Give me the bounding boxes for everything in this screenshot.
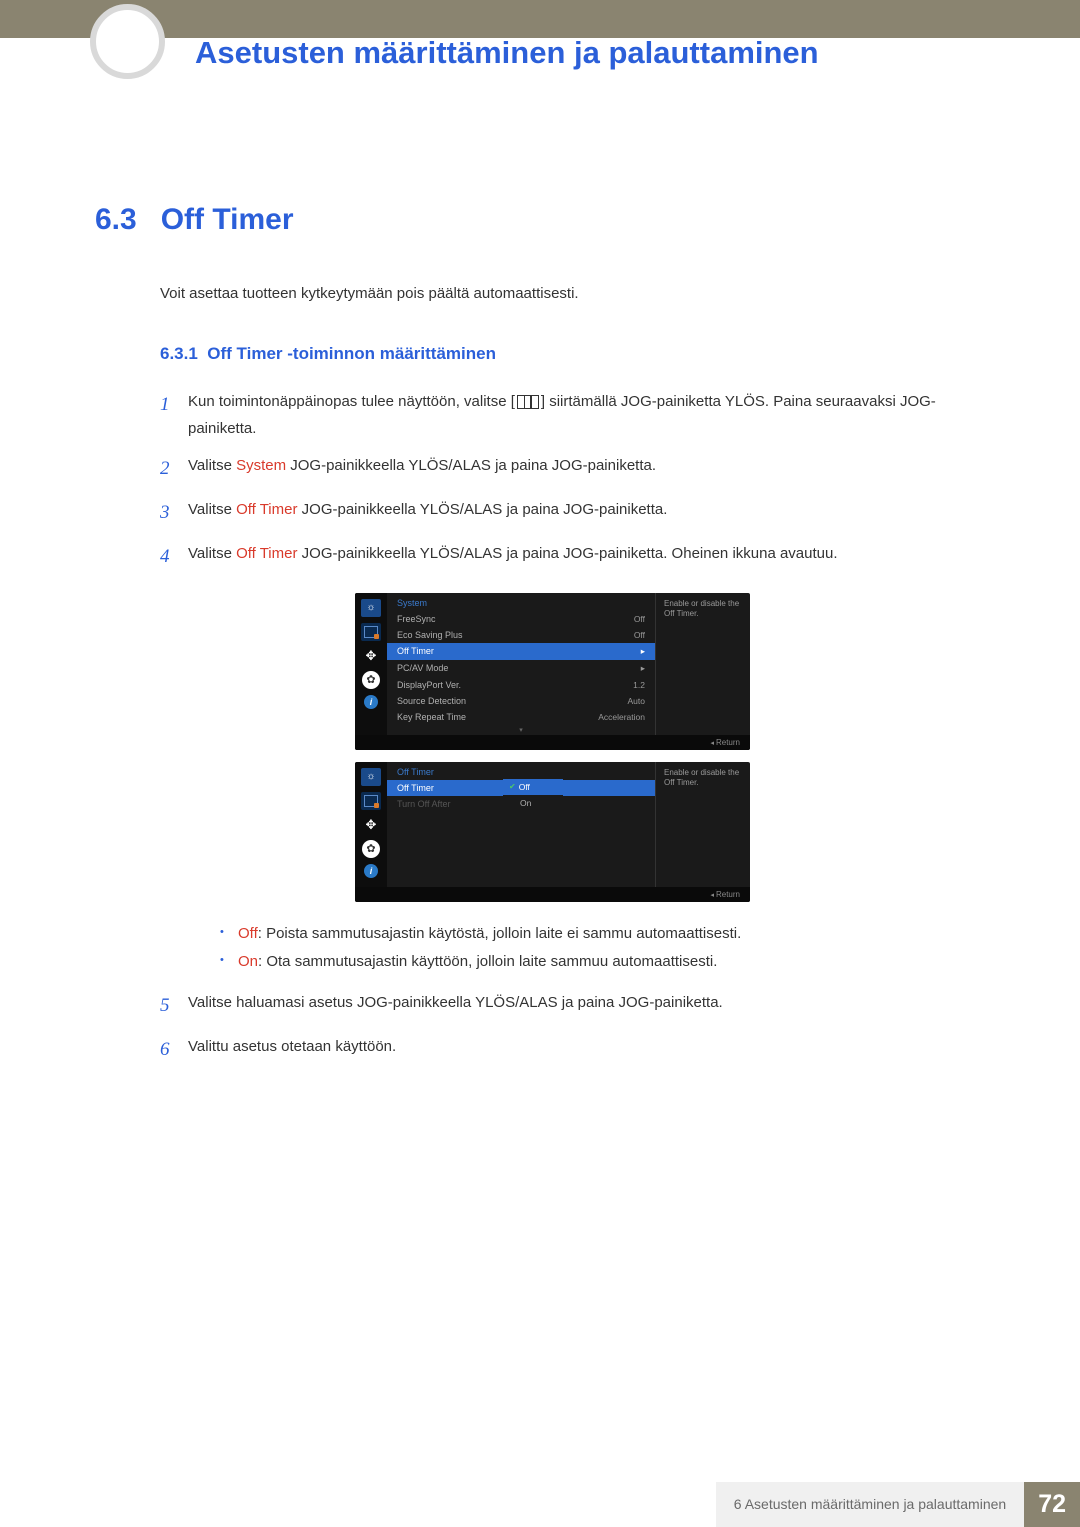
osd-help-text: Enable or disable the Off Timer. [655, 762, 750, 887]
chapter-title: Asetusten määrittäminen ja palauttaminen [195, 35, 819, 71]
menu-icon [517, 395, 539, 409]
osd-sidebar: ☼ ✥ ✿ i [355, 762, 387, 887]
osd-row: Key Repeat TimeAcceleration [387, 709, 655, 725]
step-5: 5 Valitse haluamasi asetus JOG-painikkee… [160, 989, 985, 1023]
osd-help-text: Enable or disable the Off Timer. [655, 593, 750, 735]
return-label: Return [711, 890, 740, 899]
subsection-number: 6.3.1 [160, 344, 198, 363]
section-heading: 6.3 Off Timer [95, 203, 985, 237]
section-number: 6.3 [95, 203, 137, 236]
page-number: 72 [1024, 1482, 1080, 1527]
osd-menu-title: Off Timer [387, 762, 655, 780]
osd-row: DisplayPort Ver.1.2 [387, 677, 655, 693]
osd-system-menu: ☼ ✥ ✿ i System FreeSyncOff Eco Saving Pl… [355, 593, 750, 750]
brightness-icon: ☼ [361, 768, 381, 786]
check-icon: ✔ [509, 782, 516, 791]
osd-row: Eco Saving PlusOff [387, 627, 655, 643]
subsection-title: Off Timer -toiminnon määrittäminen [207, 344, 496, 363]
return-label: Return [711, 738, 740, 747]
info-icon: i [364, 864, 378, 878]
move-icon: ✥ [361, 647, 381, 665]
step-4: 4 Valitse Off Timer JOG-painikkeella YLÖ… [160, 540, 985, 574]
dropdown-item-selected: ✔Off [503, 779, 563, 795]
osd-menu-list: Off Timer Off Timer Turn Off After ✔Off … [387, 762, 655, 887]
subsection-heading: 6.3.1 Off Timer -toiminnon määrittäminen [160, 344, 985, 364]
chapter-badge [90, 4, 165, 79]
osd-offtimer-menu: ☼ ✥ ✿ i Off Timer Off Timer Turn Off Aft… [355, 762, 750, 902]
bullet-off: Off: Poista sammutusajastin käytöstä, jo… [220, 920, 985, 949]
osd-footer: Return [355, 887, 750, 902]
osd-row: Source DetectionAuto [387, 693, 655, 709]
step-list: 1 Kun toimintonäppäinopas tulee näyttöön… [160, 388, 985, 575]
brightness-icon: ☼ [361, 599, 381, 617]
page-footer: 6 Asetusten määrittäminen ja palauttamin… [716, 1482, 1080, 1527]
step-3: 3 Valitse Off Timer JOG-painikkeella YLÖ… [160, 496, 985, 530]
osd-menu-title: System [387, 593, 655, 611]
bullet-list: Off: Poista sammutusajastin käytöstä, jo… [220, 920, 985, 977]
section-title: Off Timer [161, 203, 294, 236]
info-icon: i [364, 695, 378, 709]
osd-row-selected: Off Timer▸ [387, 643, 655, 660]
osd-footer: Return [355, 735, 750, 750]
step-6: 6 Valittu asetus otetaan käyttöön. [160, 1033, 985, 1067]
intro-text: Voit asettaa tuotteen kytkeytymään pois … [160, 285, 985, 302]
dropdown-item: On [503, 795, 563, 811]
gear-icon: ✿ [362, 840, 380, 858]
move-icon: ✥ [361, 816, 381, 834]
gear-icon: ✿ [362, 671, 380, 689]
osd-sidebar: ☼ ✥ ✿ i [355, 593, 387, 735]
footer-chapter-ref: 6 Asetusten määrittäminen ja palauttamin… [716, 1482, 1024, 1527]
osd-screenshots: ☼ ✥ ✿ i System FreeSyncOff Eco Saving Pl… [355, 593, 985, 902]
bullet-on: On: Ota sammutusajastin käyttöön, jolloi… [220, 948, 985, 977]
osd-dropdown: ✔Off On [503, 779, 563, 811]
osd-row: FreeSyncOff [387, 611, 655, 627]
picture-icon [361, 623, 381, 641]
picture-icon [361, 792, 381, 810]
step-2: 2 Valitse System JOG-painikkeella YLÖS/A… [160, 452, 985, 486]
osd-row: PC/AV Mode▸ [387, 660, 655, 677]
step-list-cont: 5 Valitse haluamasi asetus JOG-painikkee… [160, 989, 985, 1067]
scroll-down-icon: ▾ [387, 725, 655, 735]
osd-menu-list: System FreeSyncOff Eco Saving PlusOff Of… [387, 593, 655, 735]
step-1: 1 Kun toimintonäppäinopas tulee näyttöön… [160, 388, 985, 442]
